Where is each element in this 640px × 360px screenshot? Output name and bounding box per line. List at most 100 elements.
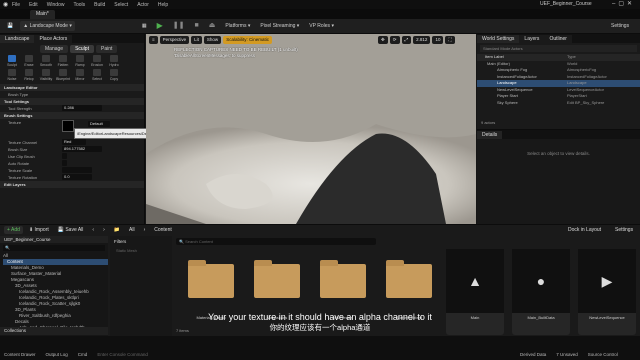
tab-layers[interactable]: Layers [519,34,545,43]
mode-paint-button[interactable]: Paint [95,45,118,53]
save-icon[interactable]: 💾 [4,21,16,31]
breadcrumb-all[interactable]: All [126,226,138,234]
project-root[interactable]: UEF_Beginner_Course [0,236,108,243]
menu-file[interactable]: File [12,2,20,8]
rotate-icon[interactable]: ⟳ [389,36,400,44]
tool-erosion[interactable]: Erosion [89,55,105,68]
tool-ramp[interactable]: Ramp [72,55,88,68]
menu-edit[interactable]: Edit [29,2,38,8]
perspective-button[interactable]: Perspective [159,36,190,44]
camera-speed[interactable]: 2.812 [413,36,431,44]
mode-selector[interactable]: ▲ Landscape Mode ▾ [20,21,75,31]
use-clip-brush-checkbox[interactable] [62,153,67,159]
content-settings-button[interactable]: Settings [612,226,636,234]
save-all-button[interactable]: 💾 Save All [55,226,87,234]
settings-button[interactable]: Settings [608,21,632,31]
edit-layers-section[interactable]: Edit Layers [0,181,144,188]
stop-icon[interactable]: ■ [191,21,201,31]
tool-mirror[interactable]: Mirror [72,69,88,82]
play-icon[interactable]: ▶ [154,21,166,31]
translate-icon[interactable]: ✥ [378,36,388,44]
console-input[interactable]: Enter Console Command [97,352,148,357]
texture-scale-input[interactable] [62,167,92,173]
lit-button[interactable]: Lit [191,36,202,44]
auto-rotate-checkbox[interactable] [62,160,67,166]
menu-select[interactable]: Select [114,2,128,8]
mode-sculpt-button[interactable]: Sculpt [70,45,94,53]
texture-thumbnail[interactable] [62,120,74,132]
scalability-badge[interactable]: Scalability: Cinematic [223,36,272,44]
mode-manage-button[interactable]: Manage [40,45,69,53]
maximize-icon[interactable]: ⛶ [445,36,455,44]
tool-flatten[interactable]: Flatten [55,55,71,68]
filter-static-mesh[interactable]: Static Mesh [110,247,172,254]
tool-select[interactable]: Select [89,69,105,82]
folder-search[interactable]: 🔍 [3,245,105,251]
unreal-logo-icon: ◉ [3,2,9,8]
tool-smooth[interactable]: Smooth [38,55,54,68]
menu-tools[interactable]: Tools [73,2,85,8]
filters-label[interactable]: Filters [110,236,172,247]
tool-blueprint[interactable]: Blueprint [55,69,71,82]
video-subtitles: Your your texture in it should have an a… [0,312,640,338]
import-button[interactable]: ⬇ Import [26,226,52,234]
eject-icon[interactable]: ⏏ [206,21,219,31]
add-button[interactable]: + Add [4,226,23,234]
content-search-input[interactable]: 🔍 Search Content [176,237,376,245]
tab-main[interactable]: Main* [30,9,55,19]
show-button[interactable]: Show [203,36,222,44]
menu-actor[interactable]: Actor [137,2,149,8]
fov-value[interactable]: 10 [432,36,444,44]
back-icon[interactable]: ‹ [89,226,97,234]
tool-noise[interactable]: Noise [4,69,20,82]
tool-sculpt[interactable]: Sculpt [4,55,20,68]
tool-visibility[interactable]: Visibility [38,69,54,82]
tab-details[interactable]: Details [477,130,503,139]
landscape-editor-section[interactable]: Landscape Editor [0,84,144,91]
scale-icon[interactable]: ⤢ [401,36,412,44]
brush-settings-section[interactable]: Brush Settings [0,112,144,119]
content-drawer-button[interactable]: Content Drawer [4,352,36,357]
viewport-menu-icon[interactable]: ≡ [149,36,158,44]
window-controls[interactable]: –▢✕ [612,0,635,7]
outliner-row[interactable]: Sky Sphere Edit BP_Sky_Sphere [477,100,640,107]
grid-icon[interactable]: ▦ [139,21,150,31]
pixel-streaming-button[interactable]: Pixel Streaming ▾ [257,21,302,31]
forward-icon[interactable]: › [100,226,108,234]
tool-label: Mirror [75,77,85,81]
breadcrumb-content[interactable]: Content [151,226,175,234]
output-log-button[interactable]: Output Log [46,352,68,357]
pause-icon[interactable]: ❚❚ [170,21,188,31]
level-viewport[interactable]: ≡ Perspective Lit Show Scalability: Cine… [146,34,476,224]
details-empty-text: Select an object to view details. [527,151,590,156]
tool-retop[interactable]: Retop [21,69,37,82]
menu-window[interactable]: Window [47,2,65,8]
texture-selector[interactable]: Default [88,121,110,127]
platforms-button[interactable]: Platforms ▾ [222,21,253,31]
tab-world-settings[interactable]: World Settings [477,34,520,43]
menu-help[interactable]: Help [158,2,168,8]
tab-outliner[interactable]: Outliner [544,34,572,43]
brush-size-input[interactable]: 894.177582 [62,146,102,152]
add-label: Add [11,227,20,233]
source-control-button[interactable]: Source Control [588,352,618,357]
tool-settings-section[interactable]: Tool Settings [0,98,144,105]
unsaved-button[interactable]: 7 Unsaved [556,352,578,357]
content-search-placeholder: Search Content [185,238,213,244]
tab-landscape[interactable]: Landscape [0,34,35,43]
vp-roles-button[interactable]: VP Roles ▾ [306,21,337,31]
texture-channel-select[interactable]: Red [62,139,86,145]
tool-strength-input[interactable]: 0.286 [62,105,102,111]
tool-label: Visibility [39,77,53,81]
menu-build[interactable]: Build [94,2,105,8]
texture-rotation-input[interactable]: 0.0 [62,174,92,180]
tool-copy[interactable]: Copy [106,69,122,82]
tab-place-actors[interactable]: Place Actors [34,34,73,43]
cmd-button[interactable]: Cmd [78,352,88,357]
derived-data-button[interactable]: Derived Data [520,352,546,357]
outliner-filter[interactable]: Standard Mode Actors [480,45,637,52]
tool-erase[interactable]: Erase [21,55,37,68]
platforms-label: Platforms [225,23,247,29]
dock-in-layout-button[interactable]: Dock in Layout [565,226,604,234]
tool-hydro[interactable]: Hydro [106,55,122,68]
